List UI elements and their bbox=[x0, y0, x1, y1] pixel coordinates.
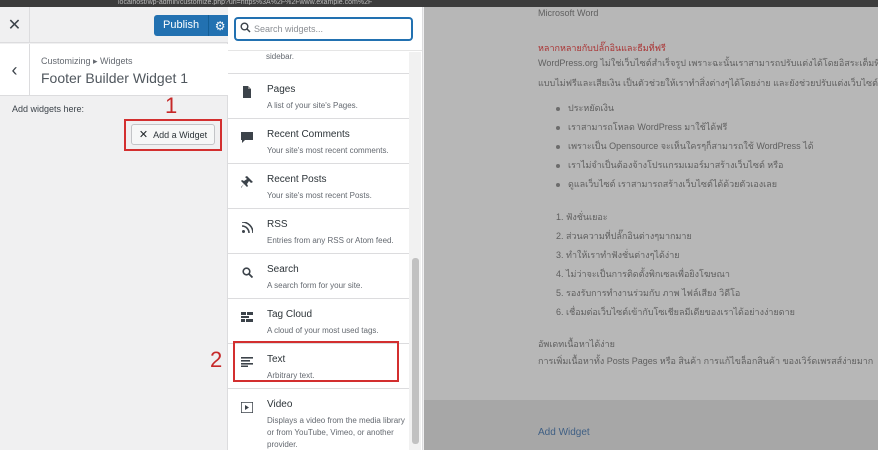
list-item: 6. เชื่อมต่อเว็บไซต์เข้ากับโซเชียลมีเดีย… bbox=[556, 307, 795, 317]
section-header: ‹ Customizing ▸ Widgets Footer Builder W… bbox=[0, 44, 228, 96]
customizer-header: ✕ Publish ⚙ bbox=[0, 7, 232, 43]
widget-list: sidebar. Pages A list of your site's Pag… bbox=[228, 51, 415, 450]
preview-bullet-list: ประหยัดเงิน เราสามารถโหลด WordPress มาใช… bbox=[556, 101, 814, 196]
section-title: Footer Builder Widget 1 bbox=[41, 70, 189, 86]
widget-title: Recent Posts bbox=[267, 174, 327, 185]
search-icon bbox=[240, 265, 254, 279]
widget-title: Recent Comments bbox=[267, 129, 350, 140]
widget-description: A cloud of your most used tags. bbox=[267, 326, 379, 335]
widget-description: A search form for your site. bbox=[267, 281, 363, 290]
add-widgets-hint: Add widgets here: bbox=[12, 104, 85, 114]
widget-item-recent-posts[interactable]: Recent Posts Your site's most recent Pos… bbox=[228, 164, 415, 209]
list-item: 3. ทำให้เราทำฟังชั่นต่างๆได้ง่าย bbox=[556, 250, 680, 260]
widget-title: RSS bbox=[267, 219, 288, 230]
widget-search-area bbox=[228, 7, 422, 51]
widget-description: Entries from any RSS or Atom feed. bbox=[267, 236, 394, 245]
preview-numbered-list: 1. ฟังชั่นเยอะ 2. ส่วนความที่ปลั๊กอินต่า… bbox=[556, 210, 795, 324]
widget-description: Displays a video from the media library … bbox=[267, 416, 405, 449]
browser-toolbar: localhost/wp-admin/customize.php?url=htt… bbox=[0, 0, 878, 7]
publish-button[interactable]: Publish bbox=[154, 15, 210, 36]
page-icon bbox=[240, 85, 254, 99]
publish-group: Publish ⚙ bbox=[154, 15, 232, 36]
comment-icon bbox=[240, 130, 254, 144]
list-item: 4. ไม่ว่าจะเป็นการติดตั้งพิกเซลเพื่อยิงโ… bbox=[556, 269, 730, 279]
widget-item-search[interactable]: Search A search form for your site. bbox=[228, 254, 415, 299]
annotation-marker-2: 2 bbox=[210, 347, 223, 372]
rss-icon bbox=[240, 220, 254, 234]
add-widget-label: Add a Widget bbox=[153, 129, 208, 140]
preview-footer-band bbox=[424, 400, 878, 450]
widget-search-box[interactable] bbox=[235, 18, 412, 40]
close-icon: ✕ bbox=[138, 129, 149, 141]
customizer-sidebar: ✕ Publish ⚙ ‹ Customizing ▸ Widgets Foot… bbox=[0, 7, 232, 450]
widget-item-tag-cloud[interactable]: Tag Cloud A cloud of your most used tags… bbox=[228, 299, 415, 344]
close-customizer-button[interactable]: ✕ bbox=[0, 7, 30, 43]
preview-paragraph: WordPress.org ไม่ใช่เว็บไซต์สำเร็จรูป เพ… bbox=[538, 58, 878, 68]
widget-description: Your site's most recent Posts. bbox=[267, 191, 372, 200]
list-item: 2. ส่วนความที่ปลั๊กอินต่างๆมากมาย bbox=[556, 231, 692, 241]
list-item: เราสามารถโหลด WordPress มาใช้ได้ฟรี bbox=[556, 120, 814, 139]
annotation-marker-1: 1 bbox=[165, 93, 178, 118]
address-bar-text[interactable]: localhost/wp-admin/customize.php?url=htt… bbox=[118, 0, 438, 5]
list-item: ดูแลเว็บไซต์ เราสามารถสร้างเว็บไซต์ได้ด้… bbox=[556, 177, 814, 196]
preview-red-heading: หลากหลายกับปลั๊กอินและธีมที่ฟรี bbox=[538, 43, 666, 53]
widget-description: A list of your site's Pages. bbox=[267, 101, 358, 110]
video-icon bbox=[240, 400, 254, 414]
widget-title: Video bbox=[267, 399, 293, 410]
annotation-highlight-text-widget bbox=[233, 341, 399, 382]
chevron-left-icon: ‹ bbox=[11, 59, 18, 80]
gear-icon: ⚙ bbox=[214, 18, 226, 33]
site-preview: Microsoft Word หลากหลายกับปลั๊กอินและธีม… bbox=[424, 7, 878, 450]
widget-title: Pages bbox=[267, 84, 296, 95]
preview-subheading: อัพเดทเนื้อหาได้ง่าย bbox=[538, 339, 615, 349]
list-item: เพราะเป็น Opensource จะเห็นใครๆก็สามารถใ… bbox=[556, 139, 814, 158]
list-item: เราไม่จำเป็นต้องจ้างโปรแกรมเมอร์มาสร้างเ… bbox=[556, 158, 814, 177]
widget-search-input[interactable] bbox=[254, 24, 404, 34]
scrollbar-thumb[interactable] bbox=[412, 258, 419, 444]
widget-title: Tag Cloud bbox=[267, 309, 313, 320]
breadcrumb: Customizing ▸ Widgets bbox=[41, 56, 133, 66]
pin-icon bbox=[240, 175, 254, 189]
widget-title: Search bbox=[267, 264, 299, 275]
tag-cloud-icon bbox=[240, 310, 254, 324]
back-button[interactable]: ‹ bbox=[0, 44, 30, 96]
widget-description: Your site's most recent comments. bbox=[267, 146, 389, 155]
close-icon: ✕ bbox=[7, 17, 22, 34]
available-widgets-panel: sidebar. Pages A list of your site's Pag… bbox=[228, 7, 423, 450]
list-item: 1. ฟังชั่นเยอะ bbox=[556, 212, 608, 222]
widget-item-recent-comments[interactable]: Recent Comments Your site's most recent … bbox=[228, 119, 415, 164]
widget-item-rss[interactable]: RSS Entries from any RSS or Atom feed. bbox=[228, 209, 415, 254]
search-icon bbox=[236, 22, 254, 36]
add-widget-button[interactable]: ✕ Add a Widget bbox=[131, 124, 215, 145]
widget-desc-cut: sidebar. bbox=[228, 51, 415, 74]
preview-text-cut: Microsoft Word bbox=[538, 8, 599, 18]
widget-item-pages[interactable]: Pages A list of your site's Pages. bbox=[228, 74, 415, 119]
list-item: 5. รองรับการทำงานร่วมกับ ภาพ ไฟล์เสียง ว… bbox=[556, 288, 741, 298]
widget-item-video[interactable]: Video Displays a video from the media li… bbox=[228, 389, 415, 450]
preview-paragraph: การเพิ่มเนื้อหาทั้ง Posts Pages หรือ สิน… bbox=[538, 356, 874, 366]
list-item: ประหยัดเงิน bbox=[556, 101, 814, 120]
preview-add-widget-link[interactable]: Add Widget bbox=[538, 427, 590, 438]
preview-paragraph: แบบไม่ฟรีและเสียเงิน เป็นตัวช่วยให้เราทำ… bbox=[538, 78, 878, 88]
